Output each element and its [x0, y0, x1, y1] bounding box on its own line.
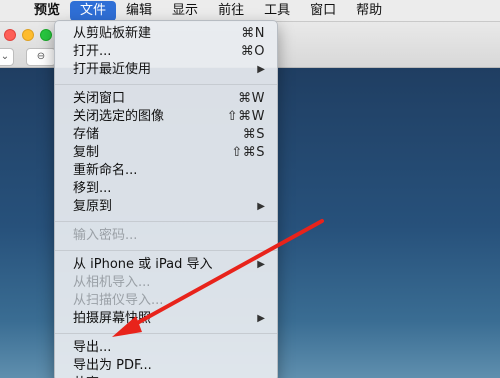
annotation-arrow-icon — [112, 219, 324, 337]
